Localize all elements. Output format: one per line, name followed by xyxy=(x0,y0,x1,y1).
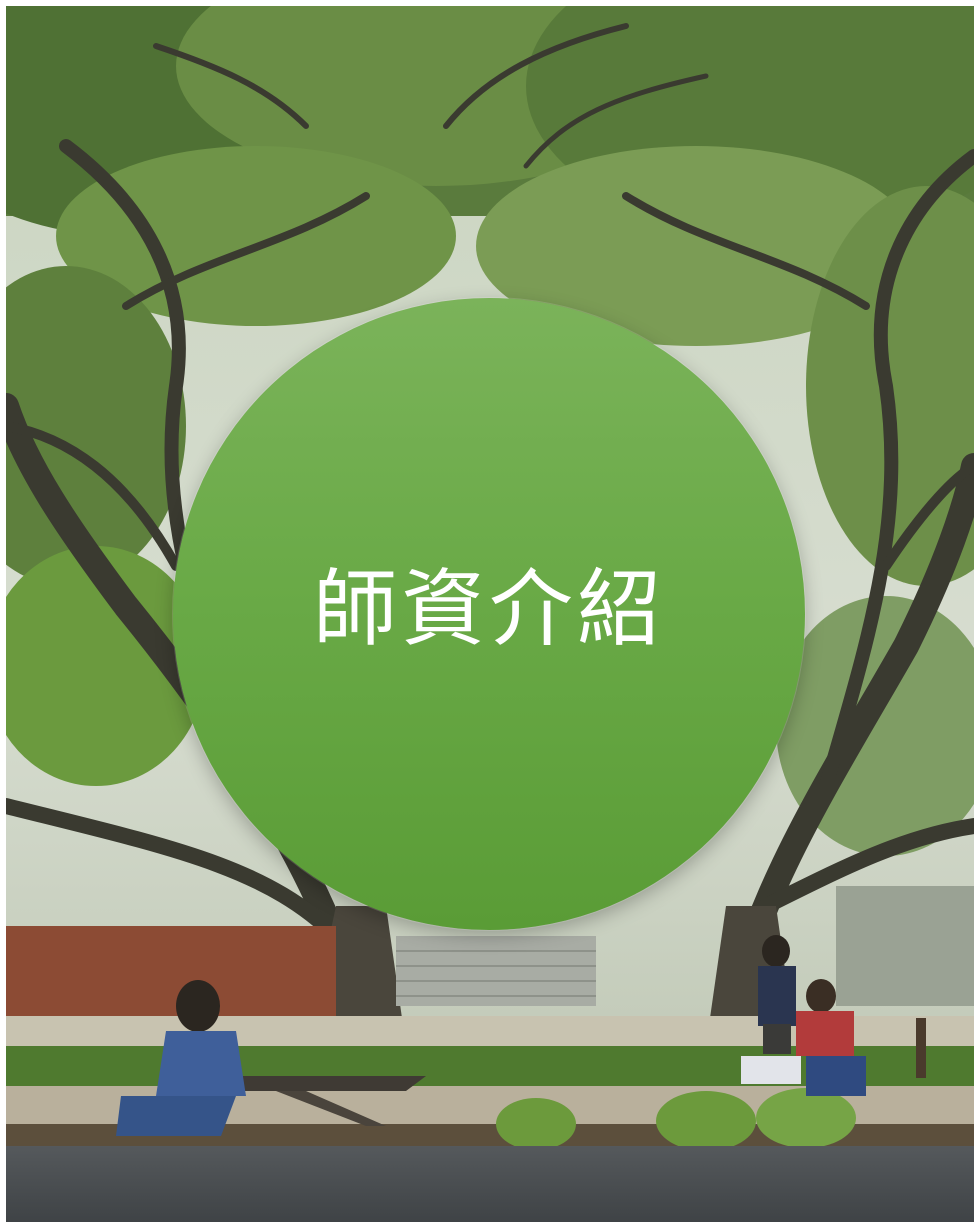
road xyxy=(6,1146,974,1222)
section-badge-circle[interactable]: 師資介紹 xyxy=(173,298,805,930)
bollard xyxy=(916,1018,926,1078)
badge-title: 師資介紹 xyxy=(312,560,665,658)
building-right xyxy=(836,886,974,1006)
page: 師資介紹 xyxy=(0,0,980,1228)
brick-wall xyxy=(6,926,336,1026)
